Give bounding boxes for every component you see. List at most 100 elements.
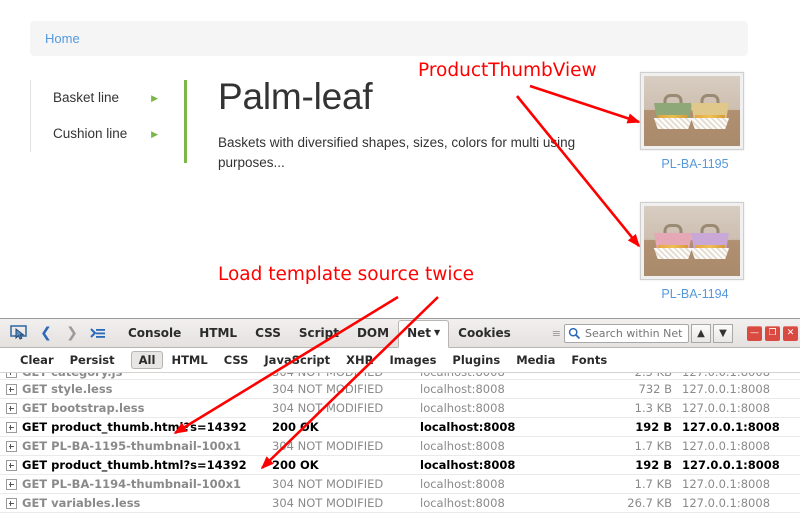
expand-row-icon[interactable] <box>0 373 22 379</box>
net-request-row[interactable]: GET PL-BA-1195-thumbnail-100x1 304 NOT MO… <box>0 437 800 456</box>
request-status-cell: 200 OK <box>272 458 319 472</box>
request-status-cell: 304 NOT MODIFIED <box>272 496 384 510</box>
search-prev-button[interactable]: ▲ <box>691 323 711 343</box>
firebug-panel: ❮ ❯ Console HTML CSS Script DOM Net ▼ Coo… <box>0 318 800 521</box>
request-domain-cell: localhost:8008 <box>420 439 505 453</box>
thumbnail-caption[interactable]: PL-BA-1194 <box>640 287 750 301</box>
expand-row-icon[interactable] <box>0 439 22 453</box>
request-status-cell: 200 OK <box>272 420 319 434</box>
expand-row-icon[interactable] <box>0 420 22 434</box>
caret-right-icon: ▶ <box>151 93 158 103</box>
caret-right-icon: ▶ <box>151 129 158 139</box>
drag-grip-icon[interactable]: ≡ <box>552 327 561 340</box>
filter-xhr[interactable]: XHR <box>338 351 381 369</box>
request-size-cell: 192 B <box>635 420 672 434</box>
basket-photo-1195-image <box>644 76 740 146</box>
request-domain-cell: localhost:8008 <box>420 373 600 379</box>
search-input[interactable] <box>583 325 687 341</box>
tab-css[interactable]: CSS <box>246 320 290 347</box>
expand-row-icon[interactable] <box>0 496 22 510</box>
net-request-row[interactable]: GET variables.less 304 NOT MODIFIED localh… <box>0 494 800 513</box>
command-line-icon[interactable] <box>87 322 109 344</box>
product-thumb-view[interactable]: PL-BA-1194 <box>640 202 750 301</box>
filter-html[interactable]: HTML <box>163 351 215 369</box>
persist-button[interactable]: Persist <box>62 351 123 369</box>
annotation-product-thumb-view: ProductThumbView <box>418 60 597 81</box>
request-ip-cell: 127.0.0.1:8008 <box>682 477 771 491</box>
filter-media[interactable]: Media <box>508 351 563 369</box>
expand-row-icon[interactable] <box>0 382 22 396</box>
request-ip-cell: 127.0.0.1:8008 <box>682 382 771 396</box>
back-arrow-icon[interactable]: ❮ <box>35 322 57 344</box>
thumbnail-frame[interactable] <box>640 72 744 150</box>
request-ip-cell: 127.0.0.1:8008 <box>682 439 771 453</box>
product-intro: Palm-leaf Baskets with diversified shape… <box>218 76 608 173</box>
filter-javascript[interactable]: JavaScript <box>256 351 338 369</box>
net-filter-toolbar: Clear Persist All HTML CSS JavaScript XH… <box>0 348 800 373</box>
chevron-down-icon[interactable]: ▼ <box>434 328 440 337</box>
request-domain-cell: localhost:8008 <box>420 496 505 510</box>
expand-row-icon[interactable] <box>0 458 22 472</box>
basket-yellow <box>690 94 730 129</box>
tab-net[interactable]: Net ▼ <box>398 320 450 348</box>
close-button[interactable]: ✕ <box>783 325 798 341</box>
sidebar-item-label: Basket line <box>53 90 120 105</box>
thumbnail-caption[interactable]: PL-BA-1195 <box>640 157 750 171</box>
tab-console[interactable]: Console <box>119 320 190 347</box>
basket-green <box>653 94 693 129</box>
filter-css[interactable]: CSS <box>216 351 257 369</box>
net-request-row[interactable]: GET category.js304 NOT MODIFIEDlocalhost… <box>0 373 800 380</box>
filter-images[interactable]: Images <box>382 351 445 369</box>
request-status-cell: 304 NOT MODIFIED <box>272 477 384 491</box>
net-request-row[interactable]: GET PL-BA-1194-thumbnail-100x1 304 NOT MO… <box>0 475 800 494</box>
sidebar-item-basket-line[interactable]: Basket line ▶ <box>31 80 186 116</box>
thumbnail-frame[interactable] <box>640 202 744 280</box>
request-domain-cell: localhost:8008 <box>420 458 516 472</box>
search-next-button[interactable]: ▼ <box>713 323 733 343</box>
minimize-button[interactable]: — <box>747 325 762 341</box>
request-ip-cell: 127.0.0.1:8008 <box>682 496 771 510</box>
forward-arrow-icon[interactable]: ❯ <box>61 322 83 344</box>
request-size-cell: 1.7 KB <box>634 439 672 453</box>
net-request-row[interactable]: GET bootstrap.less 304 NOT MODIFIED localh… <box>0 399 800 418</box>
net-request-row[interactable]: GET product_thumb.html?s=14392 200 OK loca… <box>0 418 800 437</box>
net-request-list[interactable]: GET category.js304 NOT MODIFIEDlocalhost… <box>0 373 800 513</box>
page-title: Palm-leaf <box>218 76 373 117</box>
search-box[interactable] <box>564 323 689 343</box>
tab-dom[interactable]: DOM <box>348 320 398 347</box>
request-url-cell: GET variables.less <box>22 496 141 510</box>
category-sidebar: Basket line ▶ Cushion line ▶ <box>30 80 186 152</box>
tab-cookies[interactable]: Cookies <box>449 320 520 347</box>
basket-photo-1194-image <box>644 206 740 276</box>
breadcrumb: Home <box>30 21 748 56</box>
restore-button[interactable]: ❐ <box>765 325 780 341</box>
request-status-cell: 304 NOT MODIFIED <box>272 373 420 379</box>
tab-html[interactable]: HTML <box>190 320 246 347</box>
product-thumb-view[interactable]: PL-BA-1195 <box>640 72 750 171</box>
clear-button[interactable]: Clear <box>12 351 62 369</box>
product-description: Baskets with diversified shapes, sizes, … <box>218 134 576 170</box>
filter-fonts[interactable]: Fonts <box>563 351 615 369</box>
window-controls: — ❐ ✕ <box>744 325 798 341</box>
firebug-toolbar: ❮ ❯ Console HTML CSS Script DOM Net ▼ Coo… <box>0 319 800 348</box>
breadcrumb-link-home[interactable]: Home <box>45 31 80 46</box>
basket-pink <box>653 224 693 259</box>
expand-row-icon[interactable] <box>0 477 22 491</box>
net-request-row[interactable]: GET product_thumb.html?s=14392 200 OK loca… <box>0 456 800 475</box>
green-accent-divider <box>184 80 187 163</box>
expand-row-icon[interactable] <box>0 401 22 415</box>
sidebar-item-cushion-line[interactable]: Cushion line ▶ <box>31 116 186 152</box>
net-request-row[interactable]: GET style.less 304 NOT MODIFIED localhost:… <box>0 380 800 399</box>
inspect-element-icon[interactable] <box>7 322 31 344</box>
request-size-cell: 1.7 KB <box>634 477 672 491</box>
request-size-cell: 732 B <box>638 382 673 396</box>
request-url-cell: GET PL-BA-1194-thumbnail-100x1 <box>22 477 242 491</box>
request-size-cell: 26.7 KB <box>627 496 672 510</box>
request-domain-cell: localhost:8008 <box>420 382 505 396</box>
filter-plugins[interactable]: Plugins <box>444 351 508 369</box>
request-size-cell: 1.3 KB <box>634 401 672 415</box>
request-status-cell: 304 NOT MODIFIED <box>272 382 384 396</box>
tab-script[interactable]: Script <box>290 320 348 347</box>
filter-all[interactable]: All <box>130 351 164 369</box>
request-ip-cell: 127.0.0.1:8008 <box>682 458 780 472</box>
